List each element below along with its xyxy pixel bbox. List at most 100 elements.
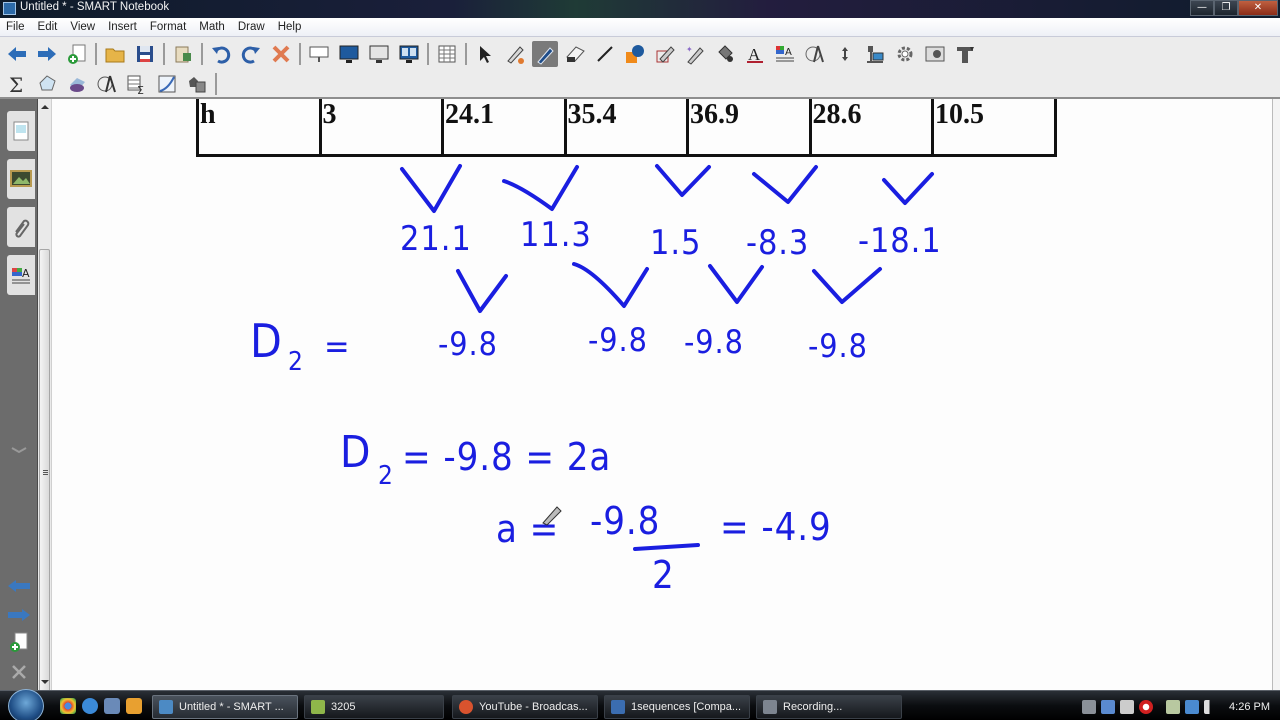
menu-view[interactable]: View xyxy=(63,21,101,33)
smart-notebook-window: Untitled * - SMART Notebook — ❐ ✕ File E… xyxy=(0,0,1280,720)
tray-network-tool-icon[interactable] xyxy=(1101,700,1116,714)
transparent-background-button[interactable] xyxy=(366,41,392,67)
magic-pen-tool[interactable]: ✦ xyxy=(682,41,708,67)
measurement-tools[interactable] xyxy=(802,41,828,67)
tray-network-icon[interactable] xyxy=(1185,700,1200,714)
3d-shapes-button[interactable] xyxy=(64,71,90,97)
text-tool[interactable]: A xyxy=(742,41,768,67)
show-desktop-icon[interactable] xyxy=(104,698,120,714)
taskbar-item-folder[interactable]: 3205 xyxy=(304,695,444,719)
insert-table-button[interactable] xyxy=(434,41,460,67)
ink-layer xyxy=(400,164,934,551)
properties-tab[interactable]: A xyxy=(7,255,35,295)
menu-edit[interactable]: Edit xyxy=(31,21,64,33)
right-panel-edge xyxy=(1272,99,1280,690)
save-button[interactable] xyxy=(132,41,158,67)
fill-tool[interactable] xyxy=(712,41,738,67)
menu-insert[interactable]: Insert xyxy=(101,21,143,33)
previous-page-button[interactable] xyxy=(5,575,33,597)
screen-capture-button[interactable] xyxy=(922,41,948,67)
vertical-scrollbar[interactable] xyxy=(38,99,52,699)
menu-format[interactable]: Format xyxy=(143,21,192,33)
scroll-thumb[interactable] xyxy=(39,249,50,699)
second-difference-check-mark xyxy=(812,267,882,304)
taskbar-item-recording[interactable]: Recording... xyxy=(756,695,902,719)
redo-button[interactable] xyxy=(238,41,264,67)
magic-pen-regular-tool[interactable] xyxy=(652,41,678,67)
second-difference-label: D xyxy=(250,314,283,368)
open-button[interactable] xyxy=(102,41,128,67)
taskbar-item-smart-notebook[interactable]: Untitled * - SMART ... xyxy=(152,695,298,719)
creative-pen-tool[interactable] xyxy=(502,41,528,67)
taskbar-item-word-document[interactable]: 1sequences [Compa... xyxy=(604,695,750,719)
full-screen-button[interactable] xyxy=(336,41,362,67)
attachments-tab[interactable] xyxy=(7,207,35,247)
select-tool[interactable] xyxy=(472,41,498,67)
screen-shade-button[interactable] xyxy=(306,41,332,67)
geometry-tools-button[interactable] xyxy=(94,71,120,97)
document-camera-button[interactable] xyxy=(862,41,888,67)
menu-math[interactable]: Math xyxy=(192,21,231,33)
document-camera-icon xyxy=(867,46,884,63)
table-icon xyxy=(438,45,456,63)
delete-button[interactable] xyxy=(268,41,294,67)
menu-file[interactable]: File xyxy=(0,21,31,33)
line-icon xyxy=(597,46,613,62)
save-icon xyxy=(137,46,153,62)
equation-2-denominator: 2 xyxy=(652,553,675,597)
folder-icon xyxy=(311,700,325,714)
undo-button[interactable] xyxy=(208,41,234,67)
internet-explorer-icon[interactable] xyxy=(82,698,98,714)
shapes-tool[interactable] xyxy=(622,41,648,67)
forward-button[interactable] xyxy=(34,41,60,67)
paste-button[interactable] xyxy=(170,41,196,67)
start-button[interactable] xyxy=(8,689,44,720)
toolbar-extra-button[interactable] xyxy=(952,41,978,67)
delete-page-button[interactable] xyxy=(5,661,33,683)
difference-check-mark xyxy=(400,164,462,213)
customize-button[interactable] xyxy=(892,41,918,67)
back-button[interactable] xyxy=(4,41,30,67)
shape-recognition-button[interactable] xyxy=(34,71,60,97)
add-page-button[interactable] xyxy=(5,631,33,653)
minimize-button[interactable]: — xyxy=(1190,0,1214,16)
next-page-button[interactable] xyxy=(5,604,33,626)
properties-tool[interactable]: A xyxy=(772,41,798,67)
add-page-button[interactable] xyxy=(64,41,90,67)
paperclip-icon xyxy=(15,219,30,238)
notebook-page[interactable]: h 3 24.1 35.4 36.9 28.6 10.5 21.1 11.3 1… xyxy=(52,99,1272,690)
media-player-icon[interactable] xyxy=(126,698,142,714)
line-tool[interactable] xyxy=(592,41,618,67)
window-controls: — ❐ ✕ xyxy=(1190,0,1278,16)
page-sorter-tab[interactable] xyxy=(7,111,35,151)
restore-button[interactable]: ❐ xyxy=(1214,0,1238,16)
graph-button[interactable] xyxy=(154,71,180,97)
addons-button[interactable] xyxy=(184,71,210,97)
taskbar-item-youtube[interactable]: YouTube - Broadcas... xyxy=(452,695,598,719)
tray-language-icon[interactable] xyxy=(1120,700,1135,714)
eraser-tool[interactable] xyxy=(562,41,588,67)
tray-record-icon[interactable] xyxy=(1139,700,1154,714)
clock[interactable]: 4:26 PM xyxy=(1229,701,1270,713)
creative-pen-icon xyxy=(507,46,524,64)
menu-draw[interactable]: Draw xyxy=(231,21,271,33)
hide-panel-button[interactable] xyxy=(5,439,33,461)
chrome-icon[interactable] xyxy=(60,698,76,714)
menu-help[interactable]: Help xyxy=(271,21,308,33)
toolbar: ✦ A A Σ Σ xyxy=(0,37,1280,99)
tray-volume-icon[interactable] xyxy=(1204,700,1219,714)
second-difference-check-mark xyxy=(456,269,508,313)
gallery-tab[interactable] xyxy=(7,159,35,199)
close-button[interactable]: ✕ xyxy=(1238,0,1278,16)
pen-tool[interactable] xyxy=(532,41,558,67)
scroll-down-arrow[interactable] xyxy=(41,680,49,684)
math-tools-button[interactable]: Σ xyxy=(4,71,30,97)
move-toolbar-button[interactable] xyxy=(832,41,858,67)
tray-power-icon[interactable] xyxy=(1166,700,1181,714)
dual-page-button[interactable] xyxy=(396,41,422,67)
tray-app-icon[interactable] xyxy=(1082,700,1097,714)
menu-bar: File Edit View Insert Format Math Draw H… xyxy=(0,18,1280,37)
scroll-up-arrow[interactable] xyxy=(41,105,49,109)
table-sum-button[interactable]: Σ xyxy=(124,71,150,97)
undo-icon xyxy=(212,46,231,64)
